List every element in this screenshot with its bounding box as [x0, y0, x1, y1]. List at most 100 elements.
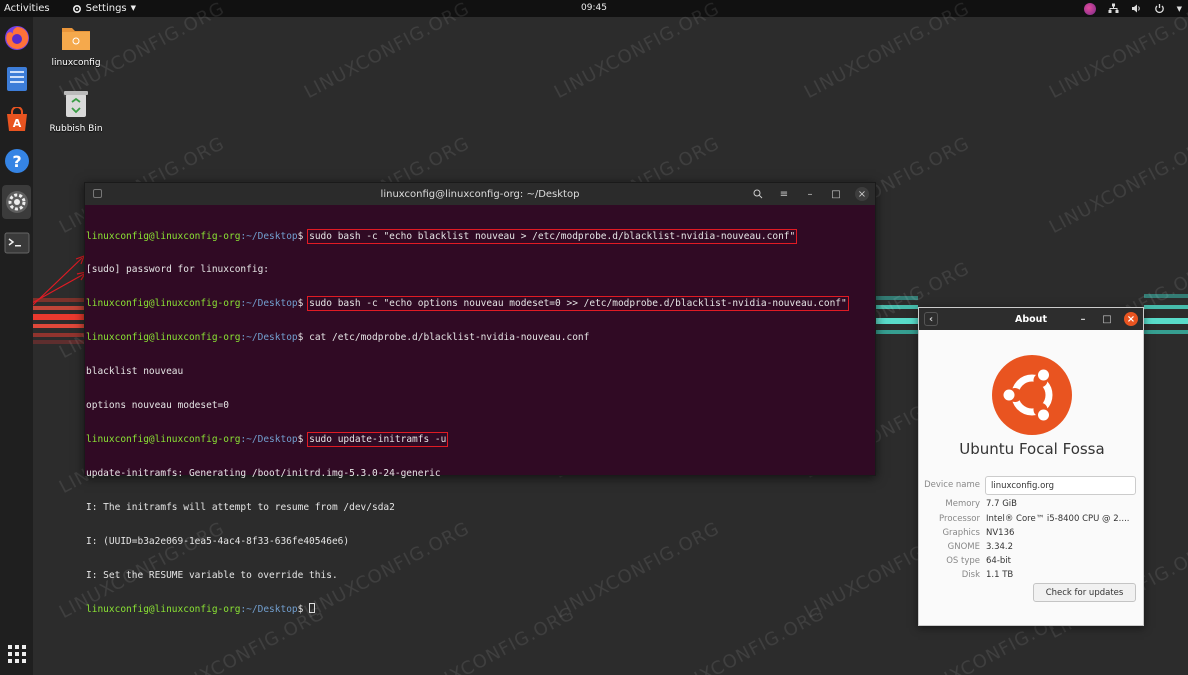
output-text: [sudo] password for linuxconfig:	[86, 264, 270, 276]
help-icon: ?	[4, 149, 29, 173]
minimize-button[interactable]: –	[803, 187, 817, 201]
terminal-line: blacklist nouveau	[86, 366, 874, 377]
info-label: Disk	[961, 570, 980, 580]
terminal-window[interactable]: linuxconfig@linuxconfig-org: ~/Desktop ≡…	[84, 182, 876, 615]
settings-menu-label: Settings	[85, 3, 127, 14]
back-button[interactable]: ‹	[924, 312, 938, 326]
prompt-path: :~/Desktop	[240, 433, 298, 445]
settings-app-menu[interactable]: Settings ▼	[72, 0, 136, 17]
system-tray[interactable]: ▼	[1083, 0, 1182, 17]
highlighted-command: sudo bash -c "echo options nouveau modes…	[307, 296, 849, 312]
prompt-path: :~/Desktop	[240, 230, 298, 242]
terminal-title: linuxconfig@linuxconfig-org: ~/Desktop	[380, 188, 580, 200]
info-value: 1.1 TB	[986, 570, 1014, 580]
dock-firefox[interactable]	[2, 21, 31, 55]
about-window[interactable]: ‹ About – □ × Ubuntu Focal Fossa Device …	[918, 307, 1144, 626]
chevron-down-icon[interactable]: ▼	[1177, 5, 1182, 13]
output-text: I: The initramfs will attempt to resume …	[86, 501, 395, 513]
highlighted-command: sudo bash -c "echo blacklist nouveau > /…	[307, 228, 798, 244]
chevron-down-icon: ▼	[130, 4, 137, 12]
output-text: blacklist nouveau	[86, 366, 184, 378]
terminal-line: linuxconfig@linuxconfig-org:~/Desktop$ s…	[86, 296, 874, 312]
ubuntu-logo-icon	[992, 355, 1072, 435]
trash-icon	[64, 91, 88, 117]
terminal-line: [sudo] password for linuxconfig:	[86, 264, 874, 275]
svg-text:?: ?	[12, 152, 21, 171]
clock[interactable]: 09:45	[581, 3, 607, 13]
search-icon[interactable]	[751, 187, 765, 201]
info-label: Memory	[945, 499, 980, 509]
dock-settings[interactable]	[2, 185, 31, 219]
info-value: 64-bit	[986, 556, 1011, 566]
new-tab-icon[interactable]	[93, 189, 102, 198]
network-icon[interactable]	[1108, 3, 1119, 14]
check-for-updates-button[interactable]: Check for updates	[1033, 583, 1136, 602]
dock-files[interactable]	[2, 62, 31, 96]
terminal-icon	[4, 232, 29, 254]
output-text: update-initramfs: Generating /boot/initr…	[86, 467, 441, 479]
prompt-sign: $	[297, 332, 310, 344]
show-applications-button[interactable]	[2, 637, 31, 671]
prompt-sign: $	[297, 298, 310, 310]
prompt-path: :~/Desktop	[240, 604, 298, 616]
prompt-sign: $	[297, 433, 310, 445]
info-label: Processor	[939, 514, 980, 524]
desktop-icon-label: linuxconfig	[51, 58, 101, 68]
svg-text:A: A	[12, 117, 21, 130]
info-label: Graphics	[942, 528, 980, 538]
power-icon[interactable]	[1154, 3, 1165, 14]
terminal-cursor	[309, 603, 316, 614]
terminal-titlebar[interactable]: linuxconfig@linuxconfig-org: ~/Desktop ≡…	[85, 183, 875, 205]
terminal-line: I: The initramfs will attempt to resume …	[86, 502, 874, 513]
dock-terminal[interactable]	[2, 226, 31, 260]
command-text: cat /etc/modprobe.d/blacklist-nvidia-nou…	[309, 332, 590, 344]
device-name-label: Device name	[924, 480, 980, 490]
prompt-sign: $	[297, 230, 310, 242]
minimize-button[interactable]: –	[1076, 312, 1090, 326]
volume-icon[interactable]	[1131, 3, 1142, 14]
watermark: LINUXCONFIG.ORG	[1045, 133, 1188, 238]
device-name-input[interactable]	[985, 476, 1136, 495]
prompt-user: linuxconfig@linuxconfig-org	[86, 332, 241, 344]
info-label: OS type	[946, 556, 980, 566]
prompt-path: :~/Desktop	[240, 332, 298, 344]
hamburger-menu-icon[interactable]: ≡	[777, 187, 791, 201]
terminal-line: linuxconfig@linuxconfig-org:~/Desktop$ c…	[86, 332, 874, 343]
prompt-path: :~/Desktop	[240, 298, 298, 310]
output-text: I: (UUID=b3a2e069-1ea5-4ac4-8f33-636fe40…	[86, 535, 350, 547]
terminal-output[interactable]: linuxconfig@linuxconfig-org:~/Desktop$ s…	[85, 205, 875, 640]
activities-button[interactable]: Activities	[0, 0, 54, 17]
maximize-button[interactable]: □	[829, 187, 843, 201]
settings-gear-icon	[5, 191, 28, 213]
close-button[interactable]: ×	[1124, 312, 1138, 326]
about-titlebar[interactable]: ‹ About – □ ×	[919, 308, 1143, 330]
dock-help[interactable]: ?	[2, 144, 31, 178]
software-store-icon: A	[6, 107, 27, 131]
tray-app-icon[interactable]	[1083, 2, 1096, 15]
dock-software[interactable]: A	[2, 103, 31, 137]
dock: A ?	[0, 17, 33, 675]
top-bar: Activities Settings ▼ 09:45 ▼	[0, 0, 1188, 17]
output-text: options nouveau modeset=0	[86, 400, 229, 412]
terminal-line: linuxconfig@linuxconfig-org:~/Desktop$ s…	[86, 431, 874, 447]
close-button[interactable]: ×	[855, 187, 869, 201]
gear-icon	[72, 4, 81, 13]
maximize-button[interactable]: □	[1100, 312, 1114, 326]
output-text: I: Set the RESUME variable to override t…	[86, 569, 338, 581]
terminal-line: options nouveau modeset=0	[86, 400, 874, 411]
app-grid-icon	[7, 645, 26, 663]
info-value: NV136	[986, 528, 1015, 538]
prompt-user: linuxconfig@linuxconfig-org	[86, 298, 241, 310]
terminal-line: I: (UUID=b3a2e069-1ea5-4ac4-8f33-636fe40…	[86, 536, 874, 547]
prompt-user: linuxconfig@linuxconfig-org	[86, 604, 241, 616]
about-title: About	[1015, 313, 1047, 325]
desktop-rubbish-bin[interactable]: Rubbish Bin	[46, 90, 106, 134]
highlighted-command: sudo update-initramfs -u	[307, 431, 449, 447]
prompt-user: linuxconfig@linuxconfig-org	[86, 230, 241, 242]
info-value: 3.34.2	[986, 542, 1014, 552]
info-label: GNOME	[947, 542, 980, 552]
files-icon	[6, 67, 27, 91]
desktop-folder-linuxconfig[interactable]: linuxconfig	[46, 24, 106, 68]
os-name: Ubuntu Focal Fossa	[959, 440, 1105, 458]
terminal-line: update-initramfs: Generating /boot/initr…	[86, 468, 874, 479]
